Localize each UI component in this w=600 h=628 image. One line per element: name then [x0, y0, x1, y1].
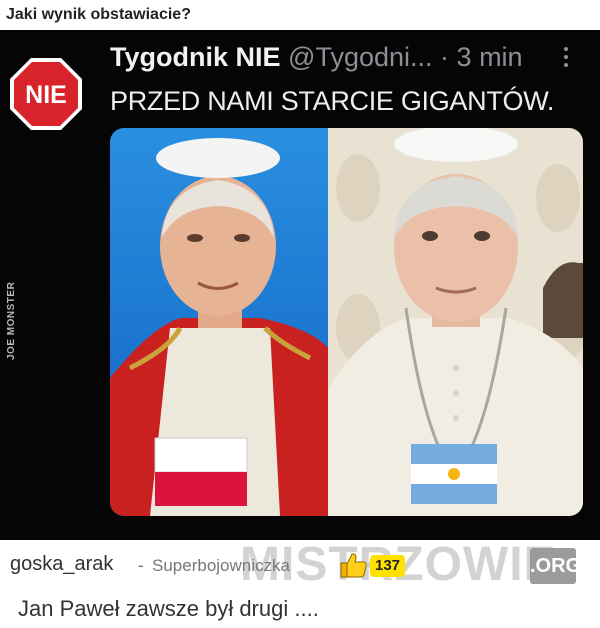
post-image: JOE MONSTER NIE Tygodnik NIE @Tygodni...… — [0, 30, 600, 540]
tweet-author-name: Tygodnik NIE — [110, 42, 281, 72]
poland-flag-icon — [154, 437, 248, 506]
pope-francis-photo — [328, 128, 583, 516]
photo-collage — [110, 128, 583, 516]
argentina-flag-icon — [411, 444, 497, 504]
comment-user-rank: Superbojowniczka — [152, 556, 290, 575]
site-watermark-org: .ORG — [530, 548, 581, 584]
post-title: Jaki wynik obstawiacie? — [6, 6, 191, 23]
side-watermark: JOE MONSTER — [6, 281, 17, 360]
comment-separator: - — [138, 556, 144, 575]
more-options-icon — [560, 44, 572, 72]
nie-logo: NIE — [10, 58, 82, 130]
tweet-text: PRZED NAMI STARCIE GIGANTÓW. — [110, 86, 555, 116]
thumbs-up-icon[interactable] — [338, 551, 368, 579]
image-bottom-strip — [0, 530, 600, 540]
nie-logo-text: NIE — [25, 81, 67, 109]
tweet-author-handle: @Tygodni... — [288, 42, 433, 72]
comment-score: 137 — [370, 555, 406, 577]
comment-username-link[interactable]: goska_arak — [10, 553, 113, 576]
comment-header: MISTRZOWIE .ORG goska_arak - Superbojown… — [0, 540, 600, 590]
comment-text: Jan Paweł zawsze był drugi .... — [18, 596, 319, 621]
pope-john-paul-photo — [110, 128, 328, 516]
tweet-header: Tygodnik NIE @Tygodni... · 3 min — [110, 42, 523, 73]
tweet-dot: · — [440, 42, 450, 72]
tweet-time: 3 min — [456, 42, 523, 72]
